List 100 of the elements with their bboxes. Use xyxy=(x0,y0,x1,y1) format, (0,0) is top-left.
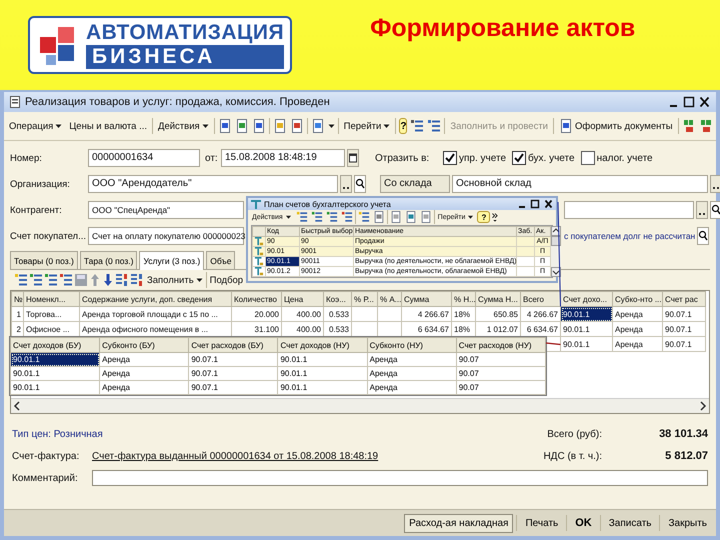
column-header[interactable]: Субконто (НУ) xyxy=(367,338,456,352)
warehouse-selector[interactable]: Со склада xyxy=(380,175,450,193)
goto-menu[interactable]: Перейти xyxy=(342,120,392,132)
search-button[interactable] xyxy=(697,227,710,245)
sort-icon[interactable] xyxy=(130,273,144,287)
column-header[interactable]: Сумма Н... xyxy=(476,292,520,306)
document-icon[interactable] xyxy=(559,119,573,133)
close-icon[interactable] xyxy=(544,199,553,209)
document-icon[interactable] xyxy=(372,211,385,223)
tab[interactable]: Объе xyxy=(206,251,236,269)
document-icon[interactable] xyxy=(252,119,266,133)
document-icon[interactable] xyxy=(404,211,417,223)
list-icon[interactable] xyxy=(326,211,338,223)
list-icon[interactable] xyxy=(340,211,353,223)
checkbox[interactable] xyxy=(443,151,457,165)
ellipsis-button[interactable] xyxy=(696,201,708,219)
pick-button[interactable]: Подбор xyxy=(208,274,246,286)
column-header[interactable]: Сумма xyxy=(402,292,452,306)
column-header[interactable]: Коэ... xyxy=(324,292,352,306)
ellipsis-button[interactable] xyxy=(710,175,720,193)
list-icon[interactable] xyxy=(358,211,370,223)
list-icon[interactable] xyxy=(310,211,323,223)
document-icon[interactable] xyxy=(390,211,402,223)
number-field[interactable]: 00000001634 xyxy=(88,149,200,167)
document-icon[interactable] xyxy=(234,119,249,133)
list-icon[interactable] xyxy=(410,119,424,133)
dialog-button[interactable]: Печать xyxy=(520,514,564,532)
more-icon[interactable] xyxy=(492,212,499,222)
list-icon[interactable] xyxy=(59,273,73,287)
column-header[interactable]: Счет расходов (БУ) xyxy=(188,338,278,352)
column-header[interactable]: Количество xyxy=(232,292,282,306)
column-header[interactable]: Цена xyxy=(282,292,324,306)
dialog-button[interactable]: Записать xyxy=(604,514,656,532)
column-header[interactable]: Всего xyxy=(520,292,560,306)
operation-menu[interactable]: Операция xyxy=(7,120,64,132)
column-header[interactable]: % А... xyxy=(378,292,402,306)
table-cell: 90.01.1 xyxy=(10,366,100,380)
dialog-button[interactable]: OK xyxy=(570,513,597,533)
document-icon[interactable] xyxy=(290,119,304,133)
sort-icon[interactable] xyxy=(115,273,129,287)
list-icon[interactable] xyxy=(44,273,58,287)
horizontal-scrollbar[interactable] xyxy=(11,398,709,413)
column-header[interactable]: Субконто (БУ) xyxy=(100,338,189,352)
actions-menu[interactable]: Действия xyxy=(156,120,211,132)
date-field[interactable]: 15.08.2008 18:48:19 xyxy=(221,149,345,167)
checkbox[interactable] xyxy=(512,151,526,165)
column-header[interactable]: % Р... xyxy=(352,292,378,306)
scroll-right-icon[interactable] xyxy=(699,401,707,411)
tab[interactable]: Тара (0 поз.) xyxy=(80,251,138,269)
scroll-up-icon[interactable] xyxy=(551,226,561,236)
column-header[interactable]: Субко-нто ... xyxy=(612,292,662,306)
column-header[interactable]: Счет рас xyxy=(662,292,706,306)
table-cell: 0.533 xyxy=(324,306,352,322)
dialog-button[interactable]: Закрыть xyxy=(663,514,712,532)
list-icon[interactable] xyxy=(296,211,308,223)
document-icon[interactable] xyxy=(310,119,325,133)
column-header[interactable]: Счет дохо... xyxy=(560,292,612,306)
invoice-field[interactable]: Счет на оплату покупателю 000000023 xyxy=(88,227,244,245)
help-button[interactable]: ? xyxy=(477,211,490,223)
scroll-down-icon[interactable] xyxy=(551,267,561,277)
tab[interactable]: Товары (0 поз.) xyxy=(10,251,78,269)
document-icon[interactable] xyxy=(420,211,432,223)
search-button[interactable] xyxy=(354,175,366,193)
checkbox[interactable] xyxy=(580,151,595,165)
maximize-icon[interactable] xyxy=(530,199,540,209)
list-icon[interactable] xyxy=(29,273,43,287)
dialog-button[interactable]: Расход-ая накладная xyxy=(404,514,514,532)
prices-button[interactable]: Цены и валюта ... xyxy=(67,120,150,132)
ellipsis-button[interactable] xyxy=(340,175,352,193)
column-header[interactable]: № xyxy=(12,292,24,306)
arrow-down-icon[interactable] xyxy=(102,273,114,287)
logo-text: БИЗНЕСА xyxy=(86,45,284,69)
maximize-icon[interactable] xyxy=(683,96,695,108)
warehouse-field[interactable]: Основной склад xyxy=(452,175,708,193)
organization-field[interactable]: ООО "Арендодатель" xyxy=(88,175,338,193)
make-documents-button[interactable]: Оформить документы xyxy=(557,118,675,134)
tab[interactable]: Услуги (3 поз.) xyxy=(139,251,204,270)
price-type-link[interactable]: Тип цен: Розничная xyxy=(12,428,103,440)
calendar-button[interactable] xyxy=(347,149,359,167)
column-header[interactable]: Счет расходов (НУ) xyxy=(456,338,546,352)
contractor-field[interactable]: ООО "СпецАренда" xyxy=(88,201,244,219)
vertical-scrollbar[interactable] xyxy=(551,226,561,277)
invoice-link[interactable]: Счет-фактура выданный 00000001634 от 15.08.2008 18:48:19 xyxy=(92,450,378,462)
document-icon[interactable] xyxy=(272,119,287,133)
list-icon[interactable] xyxy=(14,273,28,287)
scroll-thumb-icon[interactable] xyxy=(551,236,561,246)
fill-menu[interactable]: Заполнить xyxy=(145,274,205,286)
column-header[interactable]: Содержание услуги, доп. сведения xyxy=(80,292,232,306)
checkbox-label: налог. учете xyxy=(596,152,653,164)
column-header[interactable]: Счет доходов (НУ) xyxy=(278,338,368,352)
column-header[interactable]: Номенкл... xyxy=(24,292,80,306)
document-icon[interactable] xyxy=(218,119,232,133)
close-icon[interactable] xyxy=(699,96,710,108)
search-button[interactable] xyxy=(710,201,720,219)
list-icon[interactable] xyxy=(427,119,442,133)
contract-field[interactable] xyxy=(564,201,694,219)
scroll-left-icon[interactable] xyxy=(13,401,21,411)
column-header[interactable]: Счет доходов (БУ) xyxy=(10,338,100,352)
comment-field[interactable] xyxy=(92,470,708,486)
help-button[interactable]: ? xyxy=(399,118,408,134)
